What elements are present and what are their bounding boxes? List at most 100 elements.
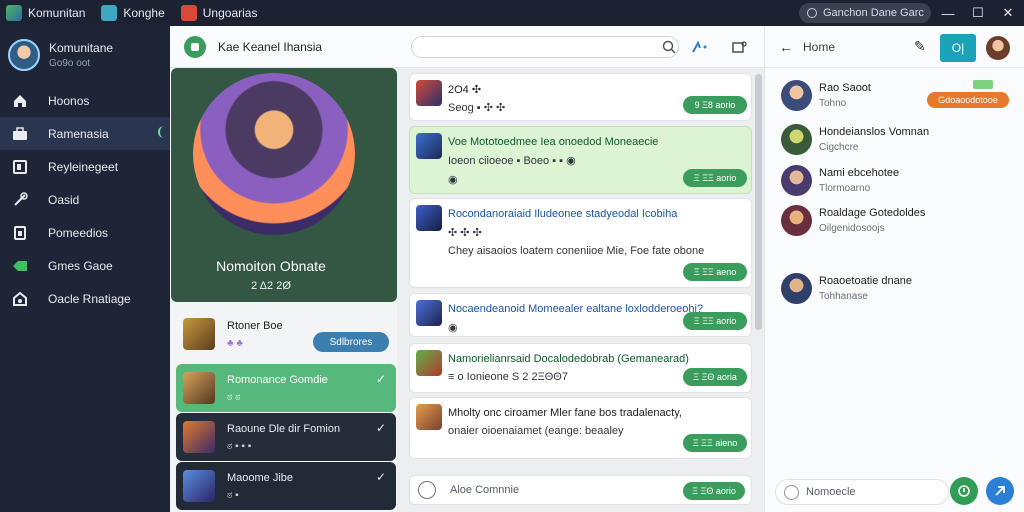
app-tab-1[interactable]: Komunitan — [0, 0, 95, 26]
message-title: Nocaendeanoid Momeealer ealtane loxlodde… — [448, 303, 704, 315]
avatar — [8, 39, 40, 71]
subscribe-button[interactable]: Sdlbrores — [313, 332, 389, 352]
minimize-button[interactable]: — — [933, 0, 963, 26]
sidebar-item-2[interactable]: Reyleinegeet — [0, 150, 170, 183]
contact-item[interactable]: Roaoetoatie dnane Tohhanase — [781, 271, 1015, 307]
emoji-icon[interactable] — [784, 485, 799, 500]
contact-name: Rao Saoot — [819, 82, 871, 94]
user-avatar[interactable] — [986, 36, 1010, 60]
message-title: 2O4 ✣ — [448, 84, 482, 96]
left-sidebar: Komunitane Go9o oot Hoonos Ramenasia Rey… — [0, 26, 170, 512]
send-button[interactable]: Ξ ΞΘ aorio — [683, 482, 745, 500]
square-icon — [12, 159, 28, 175]
contact-name: Roaldage Gotedoldes — [819, 207, 926, 219]
message-title: Mholty onc ciroamer Mler fane bos tradal… — [448, 407, 682, 419]
composer-placeholder: Aloe Comnnie — [450, 484, 520, 496]
app-tab-1-label: Komunitan — [28, 6, 86, 20]
contact-avatar — [781, 205, 812, 236]
send-icon[interactable] — [986, 477, 1014, 505]
right-composer[interactable]: Nomoecle — [775, 479, 949, 505]
timestamp-badge: Ξ ΞΞ aeno — [683, 263, 747, 281]
contact-status: Tohno — [819, 98, 847, 109]
contact-item[interactable]: Roaldage Gotedoldes Oilgenidosoojs — [781, 203, 1015, 239]
close-button[interactable]: ✕ — [993, 0, 1023, 26]
title-bar: Komunitan Konghe Ungoarias Ganchon Dane … — [0, 0, 1024, 26]
contact-status: Tohhanase — [819, 291, 868, 302]
title-search-text: Ganchon Dane Garc — [823, 7, 924, 19]
app-tab-2-label: Konghe — [123, 6, 165, 20]
sidebar-item-6[interactable]: Oacle Rnatiage — [0, 282, 170, 315]
right-panel: ← Home ✎ O| Rao Saoot Tohno Gdoaoodotooe… — [764, 26, 1024, 512]
list-item[interactable]: Romonance Gomdie ಠ ಠ ✓ — [176, 364, 396, 412]
title-search[interactable]: Ganchon Dane Garc — [799, 3, 931, 23]
search-icon[interactable] — [660, 38, 678, 56]
sidebar-item-label: Reyleinegeet — [48, 159, 119, 174]
contact-item[interactable]: Hondeianslos Vomnan Cigchcre — [781, 122, 1015, 158]
list-item-title: Rtoner Boe — [227, 319, 283, 332]
message-thumbnail — [416, 205, 442, 231]
featured-title: Nomoiton Obnate — [216, 258, 326, 274]
gamepad-icon — [12, 291, 28, 307]
right-header: ← Home ✎ O| — [765, 26, 1024, 68]
message-card[interactable]: Mholty onc ciroamer Mler fane bos tradal… — [409, 397, 752, 459]
message-composer[interactable]: Aloe Comnnie Ξ ΞΘ aorio — [409, 475, 752, 505]
message-title: Voe Mototoedmee Iea onoedod Moneaecie — [448, 136, 659, 148]
back-arrow-icon[interactable]: ← — [779, 39, 793, 55]
scrollbar[interactable] — [755, 74, 762, 330]
message-card[interactable]: Nocaendeanoid Momeealer ealtane loxlodde… — [409, 293, 752, 337]
message-sub: Ioeon ciioeoe ▪ Boeo ▪ ▪ ◉ — [448, 155, 576, 167]
featured-profile-card[interactable]: Nomoiton Obnate 2 Δ2 2Ø — [171, 68, 397, 302]
timestamp-badge: Ξ ΞΘ aoria — [683, 368, 747, 386]
profile-name: Komunitane — [49, 41, 114, 55]
search-input[interactable] — [411, 36, 679, 58]
list-item[interactable]: Maoome Jibe ಠ ▪ ✓ — [176, 462, 396, 510]
emoji-icon[interactable] — [418, 481, 436, 499]
timestamp-badge: Ξ ΞΞ aorio — [683, 312, 747, 330]
message-title: Rocondanoraiaid Iludeonee stadyeodal Ico… — [448, 208, 678, 220]
channel-title: Kae Keanel Ihansia — [218, 39, 323, 54]
item-thumbnail — [183, 421, 215, 453]
maximize-button[interactable]: ☐ — [963, 0, 993, 26]
sidebar-item-5[interactable]: Gmes Gaoe — [0, 249, 170, 282]
sidebar-item-0[interactable]: Hoonos — [0, 84, 170, 117]
message-thumbnail — [416, 350, 442, 376]
check-icon: ✓ — [375, 372, 386, 386]
message-card[interactable]: Voe Mototoedmee Iea onoedod Moneaecie Io… — [409, 126, 752, 194]
contact-name: Hondeianslos Vomnan — [819, 126, 930, 138]
primary-action-button[interactable]: O| — [940, 34, 976, 62]
sidebar-item-label: Oacle Rnatiage — [48, 291, 131, 306]
share-icon[interactable] — [691, 38, 709, 56]
featured-stats: 2 Δ2 2Ø — [251, 280, 291, 292]
sidebar-item-4[interactable]: Pomeedios — [0, 216, 170, 249]
orange-badge[interactable]: Gdoaoodotooe — [927, 92, 1009, 108]
notification-icon[interactable] — [730, 38, 748, 56]
list-item-title: Raoune Dle dir Fomion — [227, 422, 341, 435]
contact-status: Oilgenidosoojs — [819, 223, 885, 234]
contact-item[interactable]: Nami ebcehotee Tlormoarno — [781, 163, 1015, 199]
profile[interactable]: Komunitane Go9o oot — [0, 26, 170, 84]
hero-artwork — [193, 73, 355, 235]
item-thumbnail — [183, 470, 215, 502]
message-card[interactable]: 2O4 ✣ Seog ▪ ✣ ✣ 9 Ξ8 aorio — [409, 73, 752, 121]
green-tag-icon — [973, 80, 993, 89]
check-icon: ✓ — [375, 421, 386, 435]
teal-app-icon — [101, 5, 118, 21]
app-tab-3-label: Ungoarias — [202, 6, 258, 20]
sidebar-item-1[interactable]: Ramenasia — [0, 117, 170, 150]
list-item-sub: ♣ ♣ — [227, 337, 243, 349]
message-card[interactable]: Rocondanoraiaid Iludeonee stadyeodal Ico… — [409, 198, 752, 288]
app-tab-3[interactable]: Ungoarias — [175, 0, 268, 26]
contact-item[interactable]: Rao Saoot Tohno Gdoaoodotooe — [781, 78, 1015, 114]
edit-pen-icon[interactable]: ✎ — [914, 38, 926, 55]
record-button[interactable] — [950, 477, 978, 505]
check-icon: ✓ — [375, 470, 386, 484]
list-item[interactable]: Raoune Dle dir Fomion ಠ ▪ ▪ ▪ ✓ — [176, 413, 396, 461]
home-label: Home — [803, 39, 836, 54]
channel-icon — [184, 35, 206, 58]
sidebar-item-3[interactable]: Oasid — [0, 183, 170, 216]
search-icon — [807, 8, 817, 18]
message-thumbnail — [416, 80, 442, 106]
app-tab-2[interactable]: Konghe — [95, 0, 174, 26]
message-card[interactable]: Namorielianrsaid Docalodedobrab (Gemanea… — [409, 343, 752, 393]
contact-avatar — [781, 273, 812, 304]
